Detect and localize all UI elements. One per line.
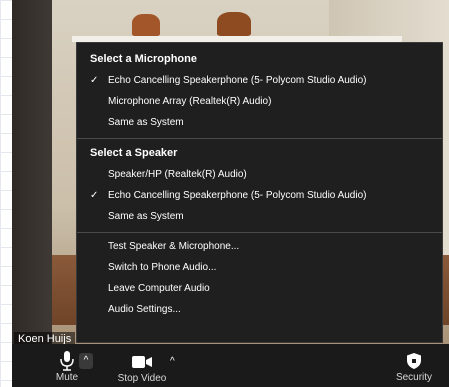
video-plant-pot — [217, 12, 251, 36]
menu-item-label: Same as System — [108, 211, 184, 222]
menu-divider — [77, 232, 442, 233]
menu-item-label: Test Speaker & Microphone... — [108, 241, 240, 252]
security-button[interactable]: Security — [388, 344, 440, 387]
menu-item-label: Leave Computer Audio — [108, 283, 210, 294]
menu-item-label: Same as System — [108, 117, 184, 128]
speaker-section-header: Select a Speaker — [90, 147, 178, 159]
video-camera-icon — [132, 356, 152, 368]
meeting-toolbar: Mute ^ Stop Video ^ Security — [12, 344, 449, 387]
speaker-option-polycom[interactable]: ✓ Echo Cancelling Speakerphone (5- Polyc… — [77, 185, 442, 206]
mute-label: Mute — [55, 372, 79, 383]
microphone-option-polycom[interactable]: ✓ Echo Cancelling Speakerphone (5- Polyc… — [77, 70, 442, 91]
menu-item-label: Microphone Array (Realtek(R) Audio) — [108, 96, 272, 107]
audio-options-caret[interactable]: ^ — [79, 353, 93, 369]
audio-settings-item[interactable]: Audio Settings... — [77, 299, 442, 320]
microphone-option-realtek[interactable]: Microphone Array (Realtek(R) Audio) — [77, 91, 442, 112]
audio-options-menu: Select a Microphone ✓ Echo Cancelling Sp… — [76, 42, 443, 343]
menu-item-label: Switch to Phone Audio... — [108, 262, 217, 273]
speaker-section: Select a Speaker Speaker/HP (Realtek(R) … — [77, 142, 442, 227]
menu-item-label: Echo Cancelling Speakerphone (5- Polycom… — [108, 190, 367, 201]
microphone-option-same-as-system[interactable]: Same as System — [77, 112, 442, 133]
menu-item-label: Echo Cancelling Speakerphone (5- Polycom… — [108, 75, 367, 86]
menu-divider — [77, 138, 442, 139]
stop-video-button[interactable]: Stop Video — [110, 344, 174, 387]
microphone-icon — [60, 351, 74, 371]
check-icon: ✓ — [90, 190, 99, 201]
video-plant-pot — [132, 14, 160, 36]
video-dark-edge — [12, 0, 52, 344]
check-icon: ✓ — [90, 75, 99, 86]
stop-video-label: Stop Video — [117, 373, 167, 384]
speaker-option-realtek[interactable]: Speaker/HP (Realtek(R) Audio) — [77, 164, 442, 185]
microphone-section: Select a Microphone ✓ Echo Cancelling Sp… — [77, 48, 442, 133]
menu-item-label: Audio Settings... — [108, 304, 181, 315]
menu-item-label: Speaker/HP (Realtek(R) Audio) — [108, 169, 247, 180]
video-options-caret[interactable]: ^ — [170, 356, 175, 367]
leave-computer-audio-item[interactable]: Leave Computer Audio — [77, 278, 442, 299]
security-label: Security — [395, 372, 433, 383]
speaker-option-same-as-system[interactable]: Same as System — [77, 206, 442, 227]
microphone-section-header: Select a Microphone — [90, 53, 197, 65]
test-speaker-microphone-item[interactable]: Test Speaker & Microphone... — [77, 236, 442, 257]
audio-actions-section: Test Speaker & Microphone... Switch to P… — [77, 236, 442, 320]
shield-icon — [407, 353, 421, 369]
switch-to-phone-audio-item[interactable]: Switch to Phone Audio... — [77, 257, 442, 278]
